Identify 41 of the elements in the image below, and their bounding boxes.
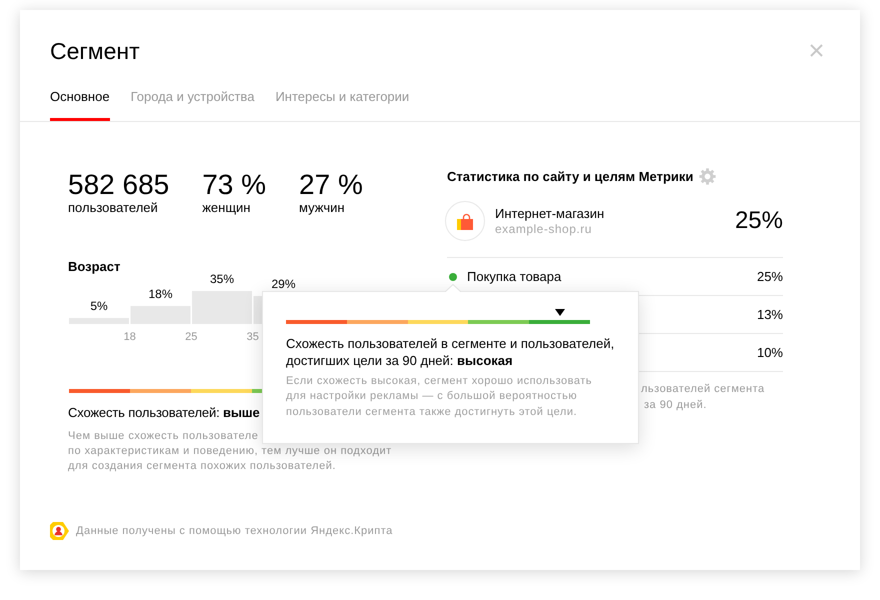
bar-value-label: 29%: [271, 277, 296, 291]
axis-label: 18: [124, 331, 136, 343]
tooltip-text: Схожесть пользователей в сегменте и пользователей, достигших цели за 90 дней: высокая: [286, 335, 616, 369]
hint-text: для создания сегмента похожих пользователей.: [68, 459, 336, 474]
bar-value-label: 5%: [90, 299, 108, 313]
similarity-text: Схожесть пользователей: выше: [68, 405, 260, 421]
stat-label: женщин: [202, 200, 252, 216]
close-button[interactable]: [810, 44, 823, 57]
site-name: Интернет-магазин: [495, 206, 604, 222]
tooltip-hint: Если схожесть высокая, сегмент хорошо использовать для настройки рекламы — с большой вероятностью пользователи сегмента также достигнуть этой цели.: [286, 374, 593, 420]
histogram-bar: [192, 291, 252, 324]
shopping-bag-icon: [445, 201, 485, 241]
section-title: Статистика по сайту и целям Метрики: [447, 168, 694, 184]
hint-text: Чем выше схожесть пользователе: [68, 429, 258, 444]
close-icon: [810, 44, 823, 57]
site-conversion: 25%: [734, 207, 783, 235]
goal-value: 25%: [756, 268, 783, 284]
stat-value: 582 685: [68, 170, 170, 200]
tab[interactable]: Основное: [50, 89, 110, 121]
stat-label: пользователей: [68, 200, 159, 216]
chart-title: Возраст: [68, 259, 120, 275]
stat-value: 73 %: [202, 170, 266, 200]
bar-value-label: 35%: [210, 272, 234, 286]
hint-text: льзователей сегмента: [641, 382, 765, 397]
person-badge-icon: [50, 522, 69, 540]
stat-value: 27 %: [299, 170, 363, 200]
hint-text: по характеристикам и поведению, тем лучше он подходит: [68, 444, 392, 459]
bar-value-label: 18%: [148, 287, 173, 301]
goal-name: Покупка товара: [467, 268, 562, 284]
axis-label: 25: [185, 331, 198, 343]
site-domain: example-shop.ru: [495, 222, 592, 236]
axis-label: 35: [246, 331, 259, 343]
dialog-title: Сегмент: [50, 38, 140, 64]
hint-text: за 90 дней.: [644, 398, 707, 413]
settings-icon[interactable]: [699, 168, 716, 185]
goal-value: 13%: [756, 306, 783, 322]
goal-value: 10%: [756, 344, 783, 360]
tab[interactable]: Города и устройства: [130, 89, 254, 121]
footer-note: Данные получены с помощью технологии Яндекс.Крипта: [76, 524, 393, 539]
tab[interactable]: Интересы и категории: [275, 89, 410, 121]
stat-label: мужчин: [299, 200, 346, 216]
